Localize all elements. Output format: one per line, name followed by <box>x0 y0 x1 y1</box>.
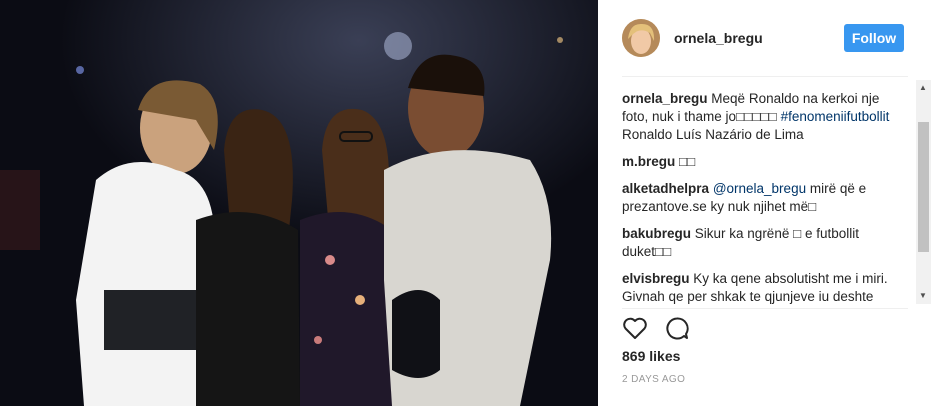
comment-item: alketadhelpra @ornela_bregu mirë që e pr… <box>622 180 906 216</box>
comment-username[interactable]: alketadhelpra <box>622 181 709 196</box>
comment-item: elvisbregu Ky ka qene absolutisht me i m… <box>622 270 906 304</box>
comments-scrollbar[interactable]: ▲ ▼ <box>916 80 931 304</box>
comment-text: Ronaldo Luís Nazário de Lima <box>622 127 804 142</box>
comment-bubble-icon[interactable] <box>664 316 690 342</box>
action-bar <box>622 316 690 342</box>
mention-link[interactable]: @ornela_bregu <box>713 181 806 196</box>
comment-username[interactable]: m.bregu <box>622 154 675 169</box>
comments-list: ornela_bregu Meqë Ronaldo na kerkoi nje … <box>622 90 906 304</box>
comment-username[interactable]: elvisbregu <box>622 271 690 286</box>
hashtag-link[interactable]: #fenomeniifutbollit <box>781 109 890 124</box>
post-photo[interactable] <box>0 0 598 406</box>
comment-item: m.bregu □□ <box>622 153 906 171</box>
comment-username[interactable]: bakubregu <box>622 226 691 241</box>
divider <box>622 76 908 77</box>
scroll-up-arrow-icon[interactable]: ▲ <box>919 84 927 92</box>
post-timestamp[interactable]: 2 DAYS AGO <box>622 374 685 385</box>
avatar[interactable] <box>622 19 660 57</box>
username[interactable]: ornela_bregu <box>674 30 763 46</box>
likes-count[interactable]: 869 likes <box>622 348 680 364</box>
scroll-down-arrow-icon[interactable]: ▼ <box>919 292 927 300</box>
comment-item: ornela_bregu Meqë Ronaldo na kerkoi nje … <box>622 90 906 144</box>
comment-text: □□ <box>679 154 696 169</box>
post-sidebar: ornela_bregu Follow ornela_bregu Meqë Ro… <box>598 0 936 406</box>
divider <box>622 308 908 309</box>
scrollbar-thumb[interactable] <box>918 122 929 252</box>
photo-illustration <box>0 0 598 406</box>
comment-item: bakubregu Sikur ka ngrënë □ e futbollit … <box>622 225 906 261</box>
heart-icon[interactable] <box>622 316 648 342</box>
comment-username[interactable]: ornela_bregu <box>622 91 708 106</box>
avatar-image <box>622 19 660 57</box>
post-header: ornela_bregu Follow <box>622 16 912 60</box>
follow-button[interactable]: Follow <box>844 24 904 52</box>
